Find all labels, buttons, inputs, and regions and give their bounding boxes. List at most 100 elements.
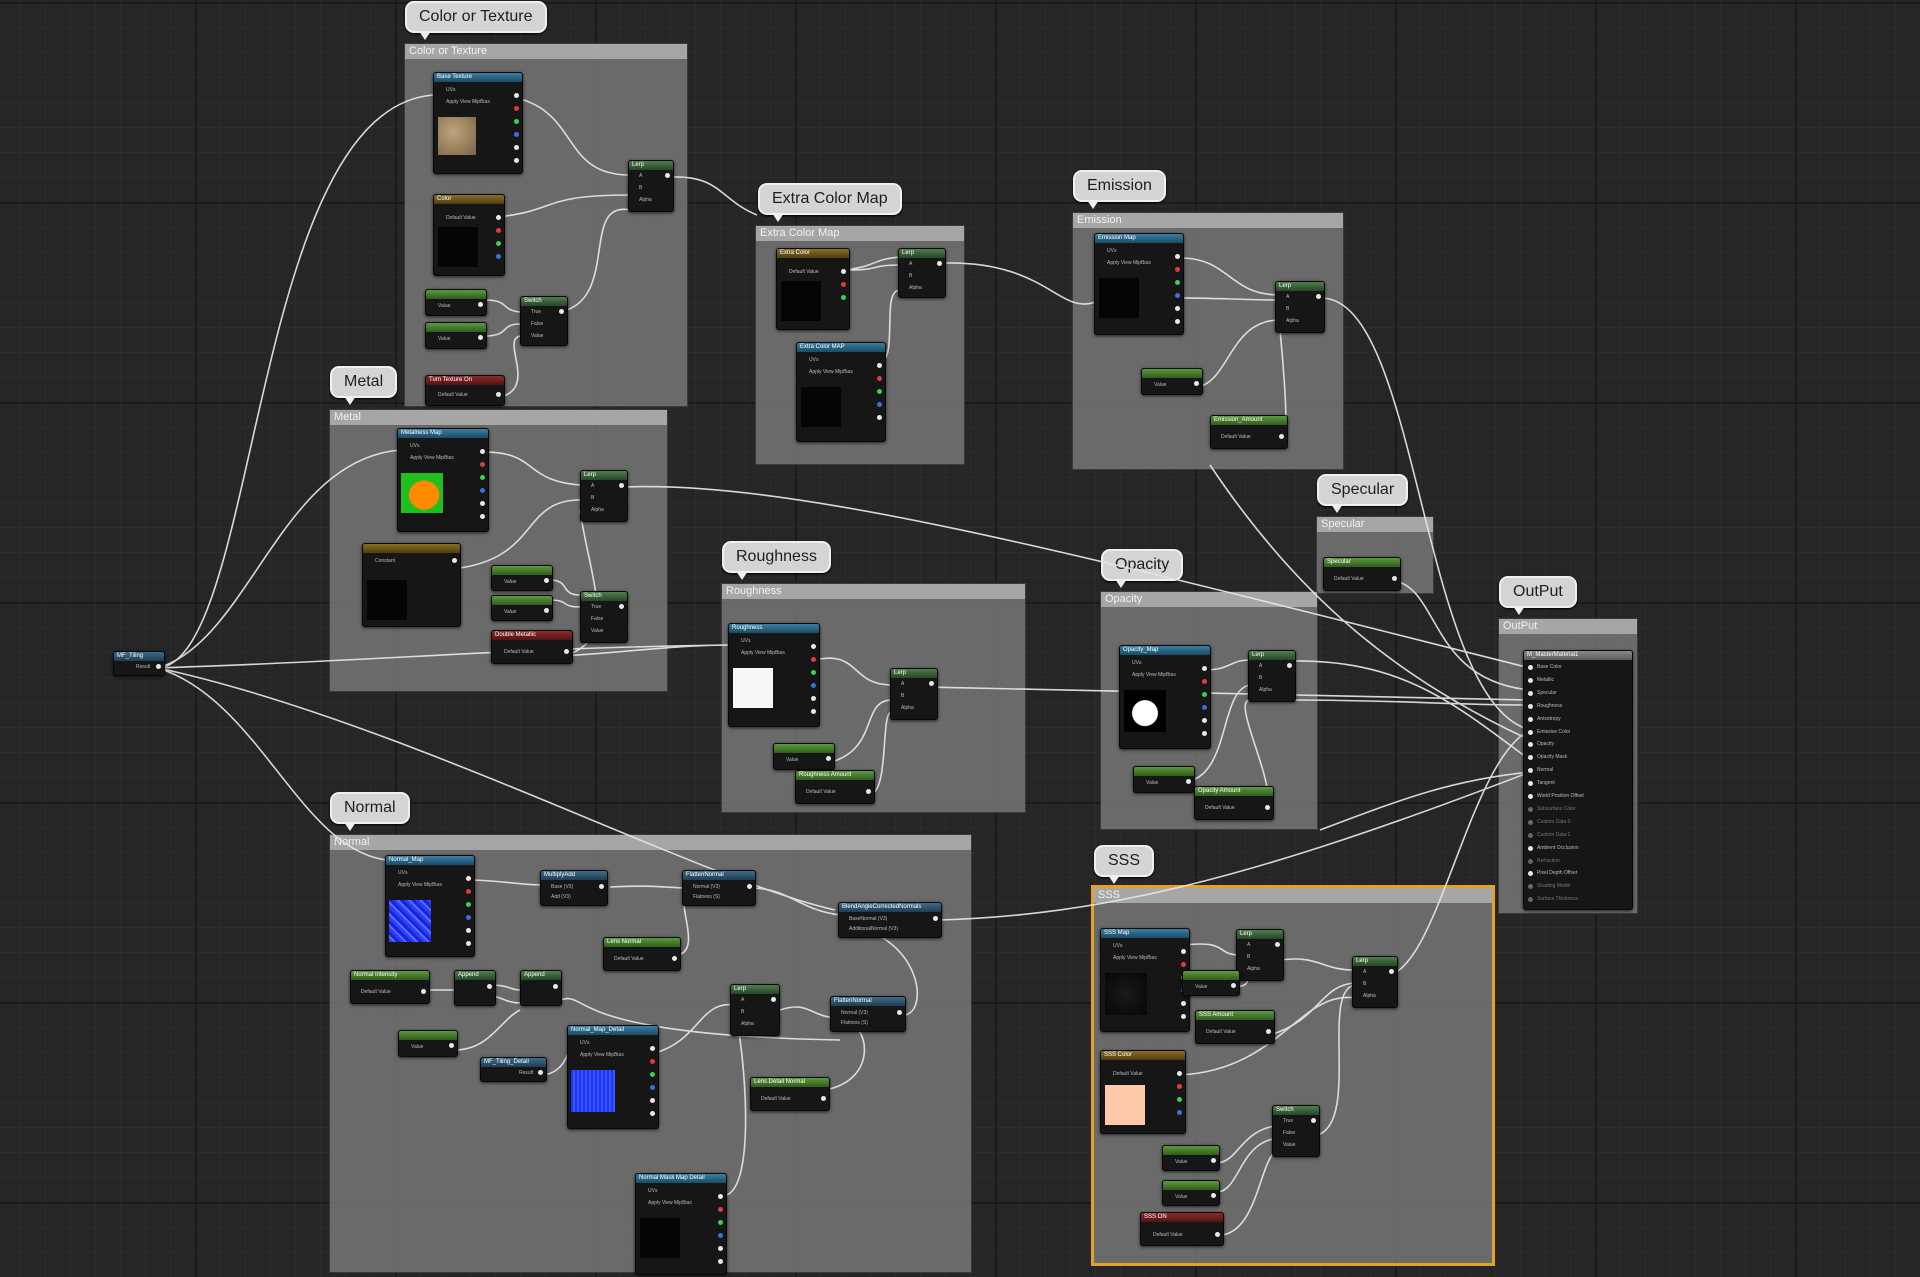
- pin-r[interactable]: [480, 462, 485, 467]
- pin-result[interactable]: [747, 884, 752, 889]
- pin-b[interactable]: [514, 132, 519, 137]
- pin-g[interactable]: [650, 1072, 655, 1077]
- pin-rgb[interactable]: [1175, 254, 1180, 259]
- pin-rgba[interactable]: [811, 709, 816, 714]
- switch-node-metal[interactable]: Switch True False Value: [580, 591, 628, 643]
- pin-out[interactable]: [1279, 434, 1284, 439]
- texture-node-sss-map[interactable]: SSS Map UVs Apply View MipBias: [1100, 928, 1190, 1032]
- pin-g[interactable]: [480, 475, 485, 480]
- pin-a[interactable]: [1202, 718, 1207, 723]
- scalar-node-sss-0[interactable]: Value: [1162, 1180, 1220, 1206]
- pin-g[interactable]: [841, 295, 846, 300]
- scalar-param-normal-intensity[interactable]: Normal Intensity Default Value: [350, 970, 430, 1004]
- pin-rgb[interactable]: [496, 215, 501, 220]
- pin-g[interactable]: [718, 1220, 723, 1225]
- pin-a[interactable]: [480, 501, 485, 506]
- scalar-node-opacity[interactable]: Value: [1133, 766, 1195, 793]
- texture-node-normal-mask-detail[interactable]: Normal Mask Map Detail UVs Apply View Mi…: [635, 1173, 727, 1275]
- pin-result[interactable]: [665, 173, 670, 178]
- scalar-node-metal-0[interactable]: Value: [491, 595, 553, 621]
- pin-b[interactable]: [496, 254, 501, 259]
- switch-node-sss[interactable]: Switch True False Value: [1272, 1105, 1320, 1157]
- pin-result[interactable]: [937, 261, 942, 266]
- pin-b[interactable]: [480, 488, 485, 493]
- pin-r[interactable]: [650, 1059, 655, 1064]
- pin-result[interactable]: [599, 884, 604, 889]
- pin-a[interactable]: [466, 928, 471, 933]
- master-input-pin[interactable]: [1528, 768, 1533, 774]
- pin-result[interactable]: [1316, 294, 1321, 299]
- vector-param-extra-color[interactable]: Extra Color Default Value: [776, 248, 850, 330]
- pin-rgba[interactable]: [650, 1111, 655, 1116]
- scalar-node-1[interactable]: Value: [425, 289, 487, 316]
- vector-param-sss-color[interactable]: SSS Color Default Value: [1100, 1050, 1186, 1134]
- scalar-param-lens-detail-normal[interactable]: Lens Detail Normal Default Value: [750, 1077, 830, 1111]
- pin-result[interactable]: [619, 604, 624, 609]
- append-node-1[interactable]: Append: [454, 970, 496, 1006]
- pin-r[interactable]: [466, 889, 471, 894]
- pin-g[interactable]: [811, 670, 816, 675]
- pin-b[interactable]: [1202, 705, 1207, 710]
- master-input-pin[interactable]: [1528, 794, 1533, 799]
- pin-result[interactable]: [1389, 969, 1394, 974]
- texture-node-normal-map-detail[interactable]: Normal_Map_Detail UVs Apply View MipBias: [567, 1025, 659, 1129]
- pin-out[interactable]: [1392, 576, 1397, 581]
- pin-out[interactable]: [544, 578, 549, 583]
- pin-out[interactable]: [1194, 381, 1199, 386]
- append-node-2[interactable]: Append: [520, 970, 562, 1006]
- pin-rgba[interactable]: [480, 514, 485, 519]
- function-node-flatten-normal-1[interactable]: FlattenNormal Normal (V3) Flatness (S): [682, 870, 756, 906]
- scalar-node-roughness[interactable]: Value: [773, 743, 835, 770]
- pin-out[interactable]: [1266, 1029, 1271, 1034]
- pin-b[interactable]: [718, 1233, 723, 1238]
- pin-out[interactable]: [452, 558, 457, 563]
- scalar-node-emission[interactable]: Value: [1141, 368, 1203, 395]
- pin-result[interactable]: [929, 681, 934, 686]
- function-node-multiply-add[interactable]: MultiplyAdd Base (V3) Add (V3): [540, 870, 608, 906]
- pin-result[interactable]: [559, 309, 564, 314]
- lerp-node-opacity[interactable]: Lerp A B Alpha: [1248, 650, 1296, 702]
- pin-out[interactable]: [1215, 1232, 1220, 1237]
- pin-a[interactable]: [877, 415, 882, 420]
- lerp-node-sss-2[interactable]: Lerp A B Alpha: [1352, 956, 1398, 1008]
- texture-node-opacity-map[interactable]: Opacity_Map UVs Apply View MipBias: [1119, 645, 1211, 749]
- scalar-node-sss[interactable]: Value: [1182, 970, 1240, 996]
- pin-out[interactable]: [826, 756, 831, 761]
- pin-g[interactable]: [1177, 1097, 1182, 1102]
- pin-r[interactable]: [841, 282, 846, 287]
- pin-out[interactable]: [564, 649, 569, 654]
- pin-rgb[interactable]: [466, 876, 471, 881]
- master-input-pin[interactable]: [1528, 716, 1533, 722]
- pin-a[interactable]: [1181, 1001, 1186, 1006]
- pin-r[interactable]: [1177, 1084, 1182, 1089]
- pin-g[interactable]: [877, 389, 882, 394]
- pin-r[interactable]: [718, 1207, 723, 1212]
- function-node-mf-tiling-detail[interactable]: MF_Tiling_Detail Result: [480, 1057, 547, 1082]
- pin-result[interactable]: [538, 1070, 543, 1075]
- pin-result[interactable]: [1287, 663, 1292, 668]
- scalar-param-emission-amount[interactable]: Emission_Amount Default Value: [1210, 415, 1288, 449]
- texture-node-extra-color-map[interactable]: Extra Color MAP UVs Apply View MipBias: [796, 342, 886, 442]
- function-node-mf-tiling[interactable]: MF_Tiling Result: [113, 651, 165, 676]
- switch-node-texture[interactable]: Switch True False Value: [520, 296, 568, 346]
- scalar-param-opacity-amount[interactable]: Opacity Amount Default Value: [1194, 786, 1274, 820]
- pin-out[interactable]: [544, 608, 549, 613]
- lerp-node-roughness[interactable]: Lerp A B Alpha: [890, 668, 938, 720]
- master-input-pin[interactable]: [1528, 806, 1533, 812]
- pin-result[interactable]: [933, 916, 938, 921]
- scalar-node-sss-1[interactable]: Value: [1162, 1145, 1220, 1171]
- master-input-pin[interactable]: [1528, 703, 1533, 709]
- pin-b[interactable]: [811, 683, 816, 688]
- pin-r[interactable]: [1202, 679, 1207, 684]
- pin-rgb[interactable]: [514, 93, 519, 98]
- pin-b[interactable]: [877, 402, 882, 407]
- texture-node-roughness[interactable]: Roughness UVs Apply View MipBias: [728, 623, 820, 727]
- vector-param-color[interactable]: Color Default Value: [433, 194, 505, 276]
- texture-node-base-texture[interactable]: Base Texture UVs Apply View MipBias: [433, 72, 523, 174]
- pin-rgb[interactable]: [480, 449, 485, 454]
- scalar-node-normal[interactable]: Value: [398, 1030, 458, 1057]
- pin-rgba[interactable]: [718, 1259, 723, 1264]
- lerp-node-normal[interactable]: Lerp A B Alpha: [730, 984, 780, 1036]
- pin-out[interactable]: [866, 789, 871, 794]
- lerp-node-emission[interactable]: Lerp A B Alpha: [1275, 281, 1325, 333]
